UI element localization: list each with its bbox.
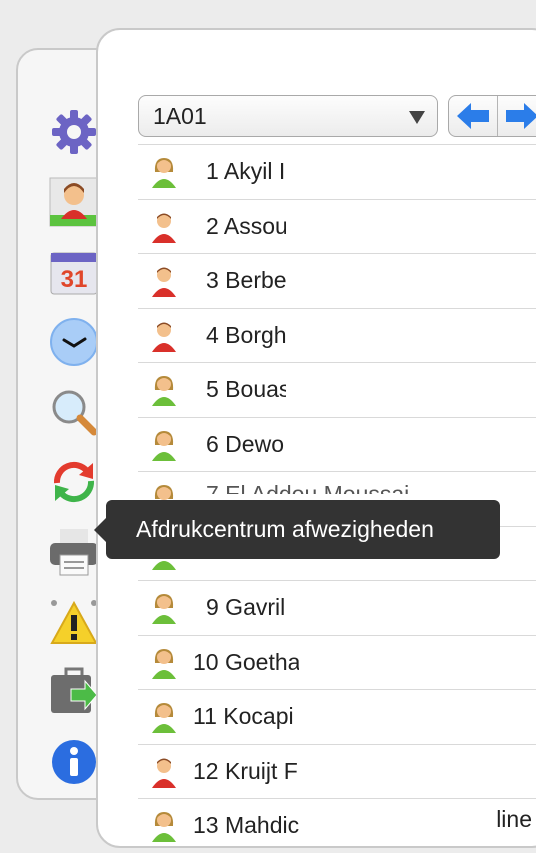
male-student-icon [150, 211, 178, 243]
next-button[interactable] [498, 96, 536, 136]
student-row[interactable]: 13 Mahdic [138, 798, 536, 853]
female-student-icon [150, 374, 178, 406]
female-student-icon [150, 429, 178, 461]
student-name: 6 Dewo [206, 430, 284, 457]
female-student-icon [150, 701, 178, 733]
tooltip-arrow [94, 518, 106, 542]
navigation-buttons [448, 95, 536, 137]
student-name: 3 Berbe [206, 267, 286, 293]
calendar-day-label: 31 [61, 266, 88, 293]
student-row[interactable]: 10 Goetha [138, 634, 536, 690]
tooltip: Afdrukcentrum afwezigheden [94, 500, 500, 559]
arrow-left-icon [457, 103, 489, 129]
student-name: 12 Kruijt F [193, 757, 298, 784]
student-row[interactable]: 5 Bouas [138, 362, 536, 417]
refresh-icon[interactable] [48, 456, 100, 508]
male-student-icon [150, 265, 178, 297]
class-select[interactable]: 1A01 [138, 95, 438, 137]
male-student-icon [150, 320, 178, 352]
gear-icon[interactable] [48, 106, 100, 158]
clock-icon[interactable] [48, 316, 100, 368]
student-card-icon[interactable] [48, 176, 100, 228]
student-row[interactable]: 2 Assou [138, 198, 536, 254]
info-icon[interactable] [48, 736, 100, 788]
previous-button[interactable] [449, 96, 498, 136]
trailing-text: line [496, 806, 532, 832]
student-name: 10 Goetha [193, 648, 299, 675]
tooltip-text: Afdrukcentrum afwezigheden [136, 516, 434, 542]
student-row[interactable]: 4 Borgh [138, 307, 536, 363]
arrow-right-icon [506, 103, 536, 129]
male-student-icon [150, 756, 178, 788]
warning-icon[interactable] [48, 596, 100, 648]
student-name: 11 Kocapi [193, 703, 294, 729]
student-name: 5 Bouas [206, 376, 286, 402]
female-student-icon [150, 647, 178, 679]
student-row[interactable]: 3 Berbe [138, 253, 536, 308]
student-row[interactable]: 11 Kocapi [138, 689, 536, 744]
search-icon[interactable] [48, 386, 100, 438]
student-list: 1 Akyil I 2 Assou 3 Berbe 4 Borgh 5 Bouas 6 D… [138, 144, 536, 853]
calendar-icon[interactable]: 31 [48, 246, 100, 298]
female-student-icon [150, 156, 178, 188]
student-name: 1 Akyil I [206, 158, 286, 184]
student-row[interactable]: 9 Gavrilu [138, 580, 536, 635]
chevron-down-icon [409, 111, 425, 124]
female-student-icon [150, 592, 178, 624]
student-name: 9 Gavrilu [206, 594, 286, 620]
printer-icon[interactable] [48, 526, 100, 578]
class-select-value: 1A01 [153, 103, 207, 129]
female-student-icon [150, 810, 178, 842]
student-name: 2 Assou [206, 212, 286, 239]
student-row[interactable]: 6 Dewo [138, 416, 536, 472]
partial-student-name: 7 El Addou Moussai [206, 482, 409, 494]
student-name: 4 Borgh [206, 321, 286, 348]
briefcase-export-icon[interactable] [48, 666, 100, 718]
student-row[interactable]: 12 Kruijt F [138, 743, 536, 799]
student-row[interactable]: 1 Akyil I [138, 144, 536, 199]
